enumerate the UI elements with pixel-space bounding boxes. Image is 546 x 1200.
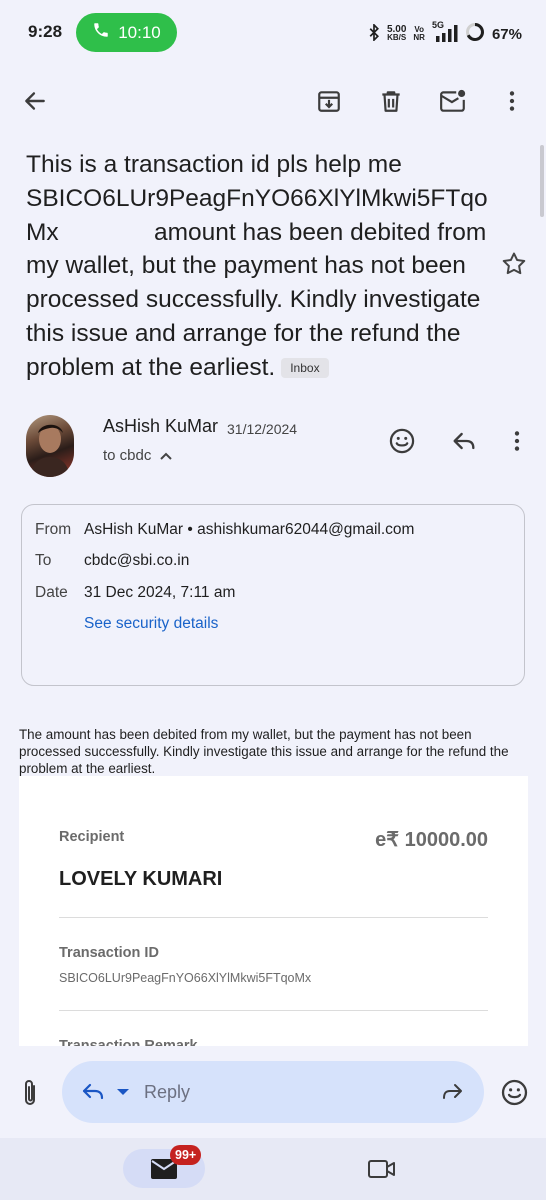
- date-value: 31 Dec 2024, 7:11 am: [84, 584, 236, 601]
- arrow-back-icon: [25, 92, 45, 110]
- more-options-button[interactable]: [497, 86, 527, 116]
- inbox-label-chip[interactable]: Inbox: [281, 357, 329, 378]
- paperclip-icon: [25, 1080, 35, 1105]
- message-details-card: From AsHish KuMar • ashishkumar62044@gma…: [21, 504, 525, 686]
- video-camera-icon: [368, 1160, 395, 1178]
- to-value[interactable]: cbdc@sbi.co.in: [84, 552, 189, 570]
- star-outline-icon: [502, 252, 526, 275]
- sender-avatar[interactable]: [26, 415, 74, 477]
- email-date: 31/12/2024: [227, 421, 298, 437]
- from-value: AsHish KuMar • ashishkumar62044@gmail.co…: [84, 521, 415, 538]
- more-vert-icon: [514, 431, 520, 451]
- status-time: 9:28: [28, 22, 63, 41]
- signal-icon: 5G: [432, 20, 458, 44]
- forward-button[interactable]: [440, 1080, 466, 1109]
- recipient-label: Recipient: [59, 829, 125, 845]
- smiley-icon: [501, 1079, 528, 1106]
- transaction-amount: e₹ 10000.00: [375, 829, 488, 851]
- mail-unread-icon: [440, 89, 466, 112]
- transaction-id-label: Transaction ID: [59, 945, 159, 961]
- star-button[interactable]: [500, 250, 528, 283]
- volte-indicator: Vo NR: [413, 25, 425, 42]
- status-bar: 9:28 10:10 5.00 KB/S Vo NR 5G 67%: [0, 0, 546, 66]
- transaction-receipt: Recipient e₹ 10000.00 LOVELY KUMARI Tran…: [19, 776, 528, 1046]
- ongoing-call-chip[interactable]: 10:10: [76, 13, 177, 52]
- archive-button[interactable]: [314, 86, 344, 116]
- reply-mode-dropdown[interactable]: [80, 1080, 132, 1109]
- reply-placeholder: Reply: [144, 1082, 191, 1102]
- battery-icon: [465, 22, 485, 46]
- sender-name: AsHish KuMar: [103, 416, 219, 436]
- from-label: From: [35, 521, 72, 538]
- scrollbar[interactable]: [540, 145, 544, 217]
- more-vert-icon: [509, 91, 515, 111]
- delete-button[interactable]: [376, 86, 406, 116]
- recipient-summary: to cbdc: [103, 447, 152, 464]
- message-more-button[interactable]: [504, 427, 530, 460]
- email-body-text: The amount has been debited from my wall…: [19, 727, 509, 776]
- smiley-icon: [389, 428, 415, 454]
- nav-meet-tab[interactable]: [367, 1157, 397, 1186]
- divider: [59, 917, 488, 918]
- recipient-name: LOVELY KUMARI: [59, 868, 223, 890]
- call-duration: 10:10: [118, 22, 161, 42]
- status-indicators: 5.00 KB/S Vo NR 5G 67%: [368, 20, 522, 46]
- date-label: Date: [35, 584, 68, 601]
- emoji-react-button-bottom[interactable]: [500, 1078, 529, 1112]
- trash-icon: [382, 91, 400, 112]
- unread-count-badge: 99+: [170, 1145, 202, 1165]
- subject-text: This is a transaction id pls help me SBI…: [26, 151, 495, 381]
- forward-icon: [443, 1084, 462, 1099]
- recipient-toggle[interactable]: to cbdc: [103, 447, 173, 464]
- back-button[interactable]: [20, 86, 50, 116]
- net-speed: 5.00 KB/S: [386, 24, 407, 42]
- bottom-navigation: [0, 1138, 546, 1200]
- reply-icon: [82, 1083, 129, 1100]
- emoji-react-button[interactable]: [388, 427, 416, 460]
- phone-icon: [92, 21, 110, 44]
- transaction-id-value: SBICO6LUr9PeagFnYO66XlYlMkwi5FTqoMx: [59, 971, 312, 985]
- to-label: To: [35, 552, 52, 569]
- email-subject: This is a transaction id pls help me SBI…: [26, 148, 496, 385]
- archive-icon: [318, 91, 340, 112]
- mark-unread-button[interactable]: [438, 86, 468, 116]
- security-details-link[interactable]: See security details: [84, 615, 218, 633]
- chevron-up-icon: [160, 452, 173, 460]
- divider: [59, 1010, 488, 1011]
- reply-button[interactable]: [450, 427, 478, 460]
- battery-percent: 67%: [491, 25, 522, 43]
- attach-button[interactable]: [18, 1078, 42, 1113]
- reply-icon: [453, 432, 475, 450]
- bluetooth-icon: [368, 22, 380, 45]
- transaction-remark-label: Transaction Remark: [59, 1038, 198, 1046]
- reply-compose-field[interactable]: Reply: [62, 1061, 484, 1123]
